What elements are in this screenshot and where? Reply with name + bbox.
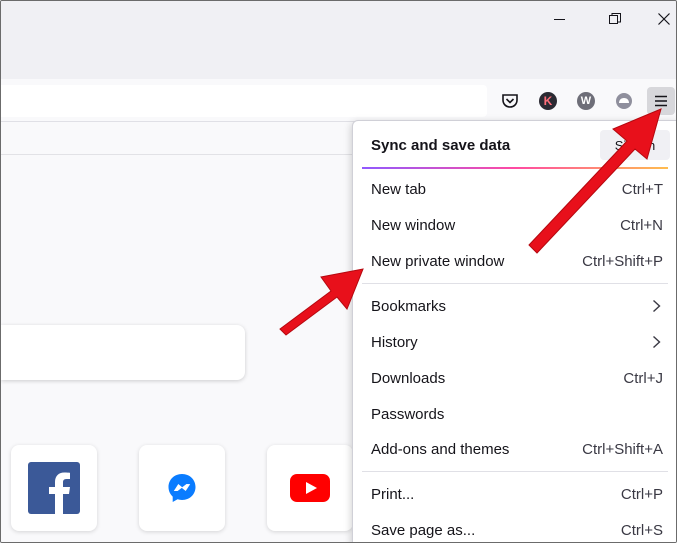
sync-header: Sync and save data Sign In <box>353 121 676 169</box>
menu-item-label: Add-ons and themes <box>371 441 510 458</box>
menu-item-shortcut: Ctrl+Shift+A <box>582 441 663 458</box>
cloud-icon <box>616 93 632 109</box>
menu-item-history[interactable]: History <box>353 327 676 359</box>
browser-window: K W Sync and save data Sign In New tab Ct… <box>0 0 677 543</box>
pocket-icon <box>502 94 518 108</box>
title-bar <box>1 1 676 79</box>
menu-item-shortcut: Ctrl+T <box>621 181 663 198</box>
shortcut-tile-facebook[interactable] <box>11 445 97 531</box>
menu-item-shortcut: Ctrl+P <box>620 486 663 503</box>
extension-w-button[interactable]: W <box>572 87 600 115</box>
menu-item-shortcut: Ctrl+S <box>620 522 663 539</box>
extension-k-icon: K <box>539 92 557 110</box>
menu-item-label: Print... <box>371 486 415 503</box>
messenger-icon <box>168 474 196 502</box>
restore-icon <box>609 13 621 24</box>
menu-item-add-ons-and-themes[interactable]: Add-ons and themes Ctrl+Shift+A <box>353 434 676 466</box>
shortcut-tile-messenger[interactable] <box>139 445 225 531</box>
menu-item-shortcut: Ctrl+J <box>623 370 663 387</box>
shortcut-tile-youtube[interactable] <box>267 445 353 531</box>
youtube-icon <box>290 474 330 502</box>
chevron-right-icon <box>653 335 661 349</box>
restore-button[interactable] <box>592 5 638 33</box>
menu-item-label: New private window <box>371 253 505 270</box>
menu-item-new-window[interactable]: New window Ctrl+N <box>353 210 676 242</box>
chevron-right-icon <box>653 299 661 313</box>
extension-w-icon: W <box>577 92 595 110</box>
sync-title: Sync and save data <box>371 137 511 154</box>
menu-item-bookmarks[interactable]: Bookmarks <box>353 291 676 323</box>
menu-item-downloads[interactable]: Downloads Ctrl+J <box>353 363 676 395</box>
hamburger-menu-icon <box>655 95 667 107</box>
menu-item-label: New window <box>371 217 456 234</box>
close-button[interactable] <box>641 5 676 33</box>
close-icon <box>658 13 670 25</box>
pocket-button[interactable] <box>496 87 524 115</box>
menu-item-new-private-window[interactable]: New private window Ctrl+Shift+P <box>353 246 676 278</box>
menu-item-save-page-as[interactable]: Save page as... Ctrl+S <box>353 515 676 542</box>
menu-item-label: Bookmarks <box>371 298 447 315</box>
menu-separator <box>362 471 668 472</box>
url-bar[interactable] <box>1 85 487 117</box>
menu-item-label: Downloads <box>371 370 446 387</box>
menu-item-label: New tab <box>371 181 427 198</box>
minimize-icon <box>553 18 565 20</box>
menu-item-new-tab[interactable]: New tab Ctrl+T <box>353 174 676 206</box>
menu-item-passwords[interactable]: Passwords <box>353 399 676 431</box>
menu-item-label: History <box>371 334 418 351</box>
menu-item-shortcut: Ctrl+N <box>620 217 663 234</box>
menu-item-label: Passwords <box>371 406 445 423</box>
menu-item-label: Save page as... <box>371 522 476 539</box>
minimize-button[interactable] <box>536 5 582 33</box>
sign-in-button[interactable]: Sign In <box>600 130 670 160</box>
app-menu-button[interactable] <box>647 87 675 115</box>
app-menu-panel: Sync and save data Sign In New tab Ctrl+T… <box>352 120 676 542</box>
newtab-search-box[interactable] <box>1 325 245 380</box>
sync-separator <box>362 167 668 169</box>
menu-item-shortcut: Ctrl+Shift+P <box>582 253 663 270</box>
facebook-icon <box>28 462 80 514</box>
extension-k-button[interactable]: K <box>534 87 562 115</box>
menu-separator <box>362 283 668 284</box>
content-divider <box>1 154 353 155</box>
extension-cloud-button[interactable] <box>610 87 638 115</box>
menu-item-print[interactable]: Print... Ctrl+P <box>353 479 676 511</box>
